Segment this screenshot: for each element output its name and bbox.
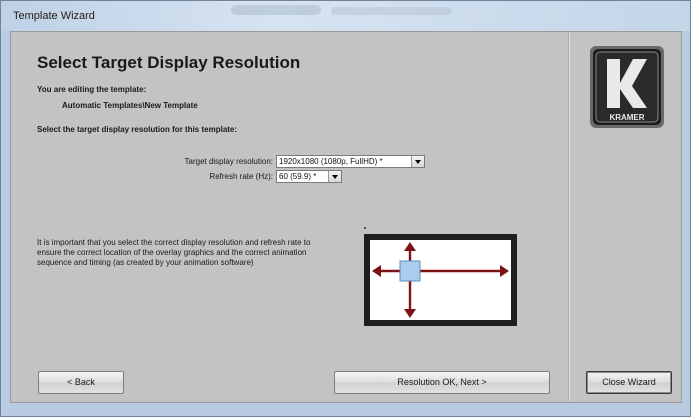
titlebar-background-blur <box>331 7 451 15</box>
kramer-logo-icon: KRAMER <box>590 46 664 128</box>
titlebar-background-blur <box>231 5 321 15</box>
title-bar[interactable]: Template Wizard <box>1 1 690 31</box>
back-button[interactable]: < Back <box>38 371 124 394</box>
display-diagram <box>364 234 517 326</box>
page-title: Select Target Display Resolution <box>37 53 301 72</box>
kramer-logo: KRAMER <box>590 46 664 128</box>
chevron-down-icon[interactable] <box>411 156 424 167</box>
wizard-window: Template Wizard Select Target Display Re… <box>0 0 691 417</box>
close-wizard-button[interactable]: Close Wizard <box>586 371 672 394</box>
next-button[interactable]: Resolution OK, Next > <box>334 371 550 394</box>
decorative-dot <box>364 227 366 229</box>
refresh-rate-dropdown[interactable]: 60 (59.9) * <box>276 170 342 183</box>
refresh-rate-label: Refresh rate (Hz): <box>209 172 273 181</box>
template-path: Automatic Templates\New Template <box>62 101 198 110</box>
logo-text: KRAMER <box>609 113 644 122</box>
refresh-rate-value: 60 (59.9) * <box>279 172 317 181</box>
resolution-info-text: It is important that you select the corr… <box>37 238 311 267</box>
chevron-down-icon[interactable] <box>328 171 341 182</box>
display-screen-icon <box>364 234 517 326</box>
window-bottom-border <box>1 404 690 416</box>
wizard-client-area: Select Target Display Resolution You are… <box>10 31 682 403</box>
resolution-dropdown[interactable]: 1920x1080 (1080p, FullHD) * <box>276 155 425 168</box>
instruction-label: Select the target display resolution for… <box>37 125 238 134</box>
resolution-value: 1920x1080 (1080p, FullHD) * <box>279 157 383 166</box>
window-title: Template Wizard <box>13 10 95 22</box>
editing-label: You are editing the template: <box>37 85 147 94</box>
resolution-label: Target display resolution: <box>184 157 274 166</box>
